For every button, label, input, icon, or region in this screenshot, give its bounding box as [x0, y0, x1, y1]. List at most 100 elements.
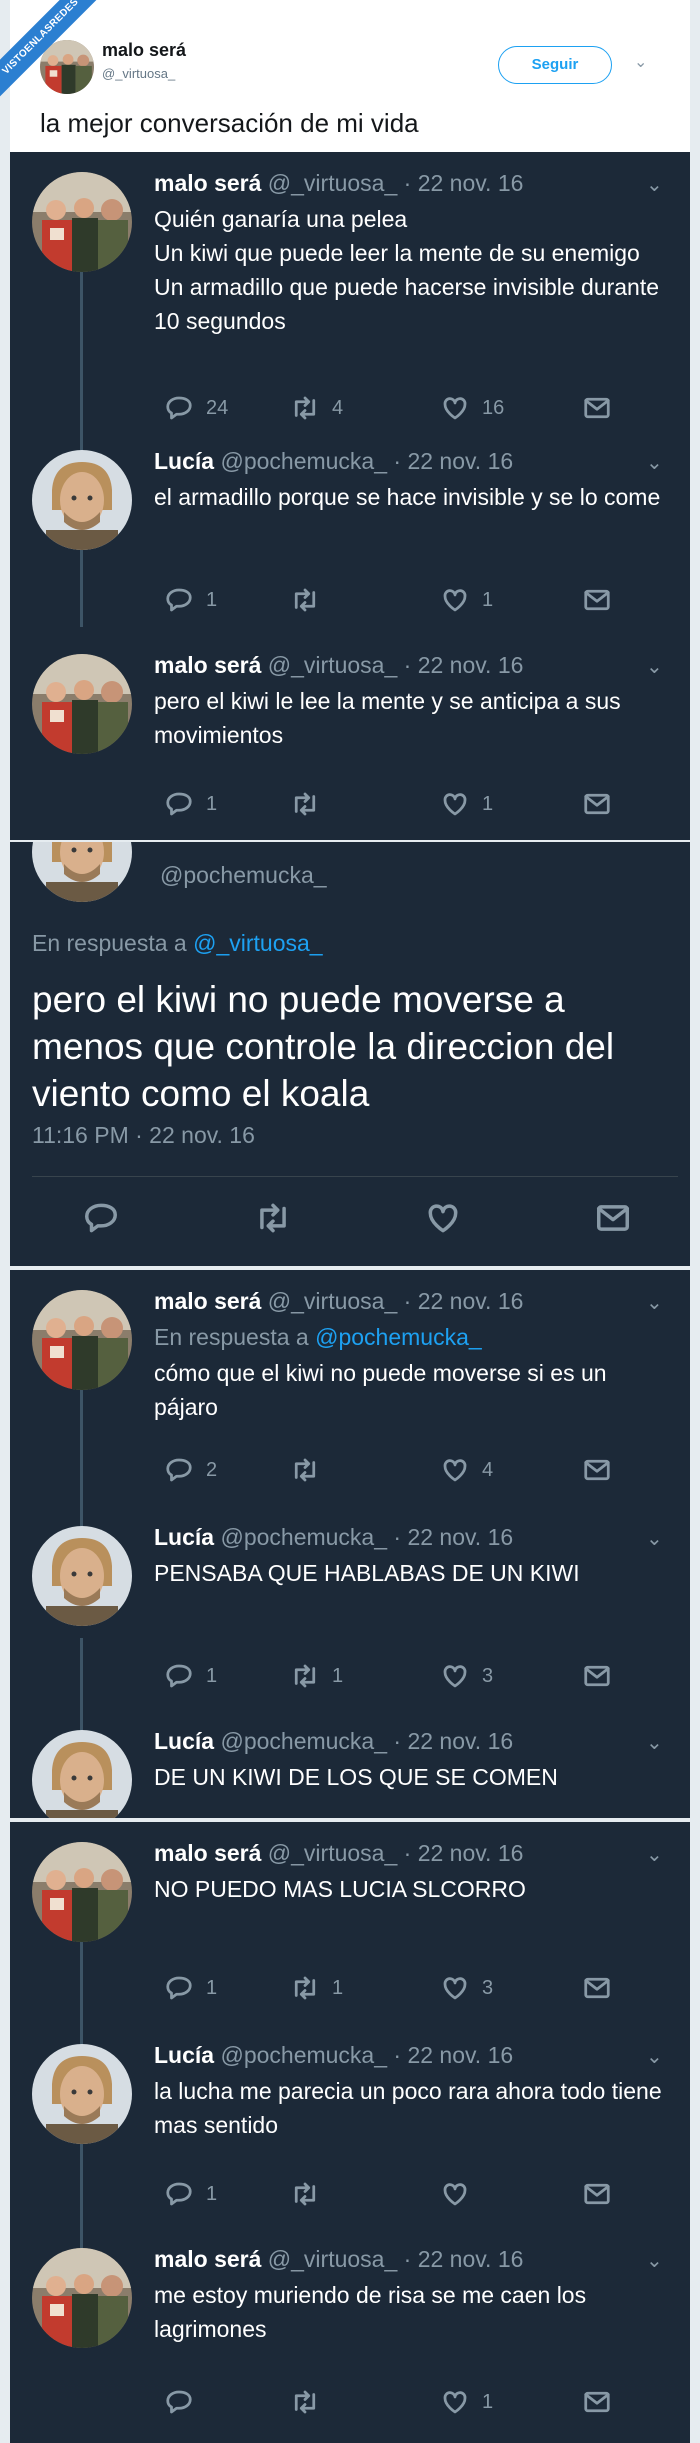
author-name[interactable]: malo será — [154, 1288, 261, 1314]
retweet-icon — [290, 393, 320, 423]
chevron-down-icon[interactable]: ⌄ — [646, 1730, 663, 1755]
chevron-down-icon[interactable]: ⌄ — [646, 654, 663, 679]
avatar[interactable] — [32, 1842, 132, 1942]
reply-button[interactable]: 1 — [164, 1970, 217, 2006]
message-button[interactable] — [582, 1658, 624, 1694]
author-name[interactable]: malo será — [154, 1840, 261, 1866]
like-button[interactable]: 3 — [440, 1658, 493, 1694]
author-handle[interactable]: @_virtuosa_ · 22 nov. 16 — [268, 652, 524, 678]
reply-to-link[interactable]: @_virtuosa_ — [193, 930, 322, 956]
author-handle[interactable]: @_virtuosa_ — [102, 66, 175, 81]
author-handle[interactable]: @_virtuosa_ · 22 nov. 16 — [268, 1840, 524, 1866]
retweet-button[interactable] — [290, 2176, 332, 2212]
tweet-text: NO PUEDO MAS LUCIA SLCORRO — [154, 1876, 526, 1902]
avatar[interactable] — [32, 2248, 132, 2348]
avatar[interactable] — [32, 654, 132, 754]
like-button[interactable]: 1 — [440, 2384, 493, 2420]
chevron-down-icon[interactable]: ⌄ — [646, 450, 663, 475]
retweet-button[interactable]: 1 — [290, 1970, 343, 2006]
author-name[interactable]: malo será — [154, 170, 261, 196]
chevron-down-icon[interactable]: ⌄ — [634, 52, 647, 72]
reply-icon — [164, 2179, 194, 2209]
tweet-header: malo será @_virtuosa_ · 22 nov. 16 — [154, 1288, 523, 1315]
reply-button[interactable] — [82, 1200, 120, 1236]
avatar[interactable] — [32, 1290, 132, 1390]
retweet-count: 1 — [332, 1664, 344, 1687]
message-button[interactable] — [582, 2384, 624, 2420]
author-handle[interactable]: @pochemucka_ — [160, 862, 327, 889]
chevron-down-icon[interactable]: ⌄ — [646, 1290, 663, 1315]
timestamp[interactable]: 11:16 PM · 22 nov. 16 — [32, 1122, 255, 1149]
author-handle[interactable]: @pochemucka_ · 22 nov. 16 — [220, 448, 513, 474]
like-button[interactable] — [424, 1200, 462, 1236]
tweet-header: malo será @_virtuosa_ · 22 nov. 16 — [154, 2246, 523, 2273]
tweet-text: PENSABA QUE HABLABAS DE UN KIWI — [154, 1560, 580, 1586]
like-button[interactable]: 4 — [440, 1452, 493, 1488]
heart-icon — [440, 1661, 470, 1691]
like-button[interactable]: 1 — [440, 582, 493, 618]
author-handle[interactable]: @_virtuosa_ · 22 nov. 16 — [268, 2246, 524, 2272]
avatar[interactable] — [32, 1526, 132, 1626]
reply-button[interactable]: 1 — [164, 582, 217, 618]
retweet-button[interactable] — [290, 2384, 332, 2420]
avatar[interactable] — [32, 2044, 132, 2144]
retweet-button[interactable]: 1 — [290, 1658, 343, 1694]
retweet-button[interactable] — [290, 1452, 332, 1488]
reply-to-link[interactable]: @pochemucka_ — [315, 1324, 482, 1350]
retweet-button[interactable] — [290, 786, 332, 822]
author-name[interactable]: Lucía — [154, 448, 214, 474]
tweet-actions: 1 — [154, 2384, 654, 2420]
reply-button[interactable]: 2 — [164, 1452, 217, 1488]
like-button[interactable]: 3 — [440, 1970, 493, 2006]
author-handle[interactable]: @pochemucka_ · 22 nov. 16 — [220, 1728, 513, 1754]
message-button[interactable] — [582, 1970, 624, 2006]
reply-button[interactable] — [164, 2384, 206, 2420]
reply-button[interactable]: 1 — [164, 786, 217, 822]
chevron-down-icon[interactable]: ⌄ — [646, 1842, 663, 1867]
like-button[interactable]: 16 — [440, 390, 504, 426]
like-button[interactable]: 1 — [440, 786, 493, 822]
follow-button[interactable]: Seguir — [498, 46, 612, 84]
reply-button[interactable]: 1 — [164, 1658, 217, 1694]
message-button[interactable] — [594, 1200, 632, 1236]
author-handle[interactable]: @pochemucka_ · 22 nov. 16 — [220, 2042, 513, 2068]
reply-count: 1 — [206, 1664, 218, 1687]
reply-button[interactable]: 1 — [164, 2176, 217, 2212]
author-handle[interactable]: @pochemucka_ · 22 nov. 16 — [220, 1524, 513, 1550]
author-handle[interactable]: @_virtuosa_ · 22 nov. 16 — [268, 170, 524, 196]
chevron-down-icon[interactable]: ⌄ — [646, 2044, 663, 2069]
author-name[interactable]: malo será — [154, 2246, 261, 2272]
avatar[interactable] — [32, 1730, 132, 1818]
message-button[interactable] — [582, 786, 624, 822]
chevron-down-icon[interactable]: ⌄ — [646, 2248, 663, 2273]
chevron-down-icon[interactable]: ⌄ — [646, 1526, 663, 1551]
author-name[interactable]: malo será — [102, 40, 186, 61]
retweet-button[interactable] — [254, 1200, 292, 1236]
author-name[interactable]: malo será — [154, 652, 261, 678]
tweet-header: Lucía @pochemucka_ · 22 nov. 16 — [154, 1524, 513, 1551]
avatar[interactable] — [32, 172, 132, 272]
reply-icon — [164, 1455, 194, 1485]
message-button[interactable] — [582, 582, 624, 618]
reply-button[interactable]: 24 — [164, 390, 228, 426]
retweet-button[interactable] — [290, 582, 332, 618]
tweet-header: malo será @_virtuosa_ · 22 nov. 16 — [154, 170, 523, 197]
retweet-button[interactable]: 4 — [290, 390, 343, 426]
message-button[interactable] — [582, 2176, 624, 2212]
heart-icon — [424, 1199, 462, 1237]
like-button[interactable] — [440, 2176, 482, 2212]
avatar[interactable] — [32, 842, 132, 902]
message-button[interactable] — [582, 390, 624, 426]
author-name[interactable]: Lucía — [154, 2042, 214, 2068]
author-name[interactable]: Lucía — [154, 1728, 214, 1754]
author-name[interactable]: Lucía — [154, 1524, 214, 1550]
reply-icon — [164, 1973, 194, 2003]
avatar[interactable] — [32, 450, 132, 550]
tweet-actions: 1 1 3 — [154, 1658, 654, 1694]
like-count: 16 — [482, 396, 505, 419]
retweet-icon — [290, 585, 320, 615]
reply-count: 1 — [206, 1976, 218, 1999]
author-handle[interactable]: @_virtuosa_ · 22 nov. 16 — [268, 1288, 524, 1314]
message-button[interactable] — [582, 1452, 624, 1488]
chevron-down-icon[interactable]: ⌄ — [646, 172, 663, 197]
